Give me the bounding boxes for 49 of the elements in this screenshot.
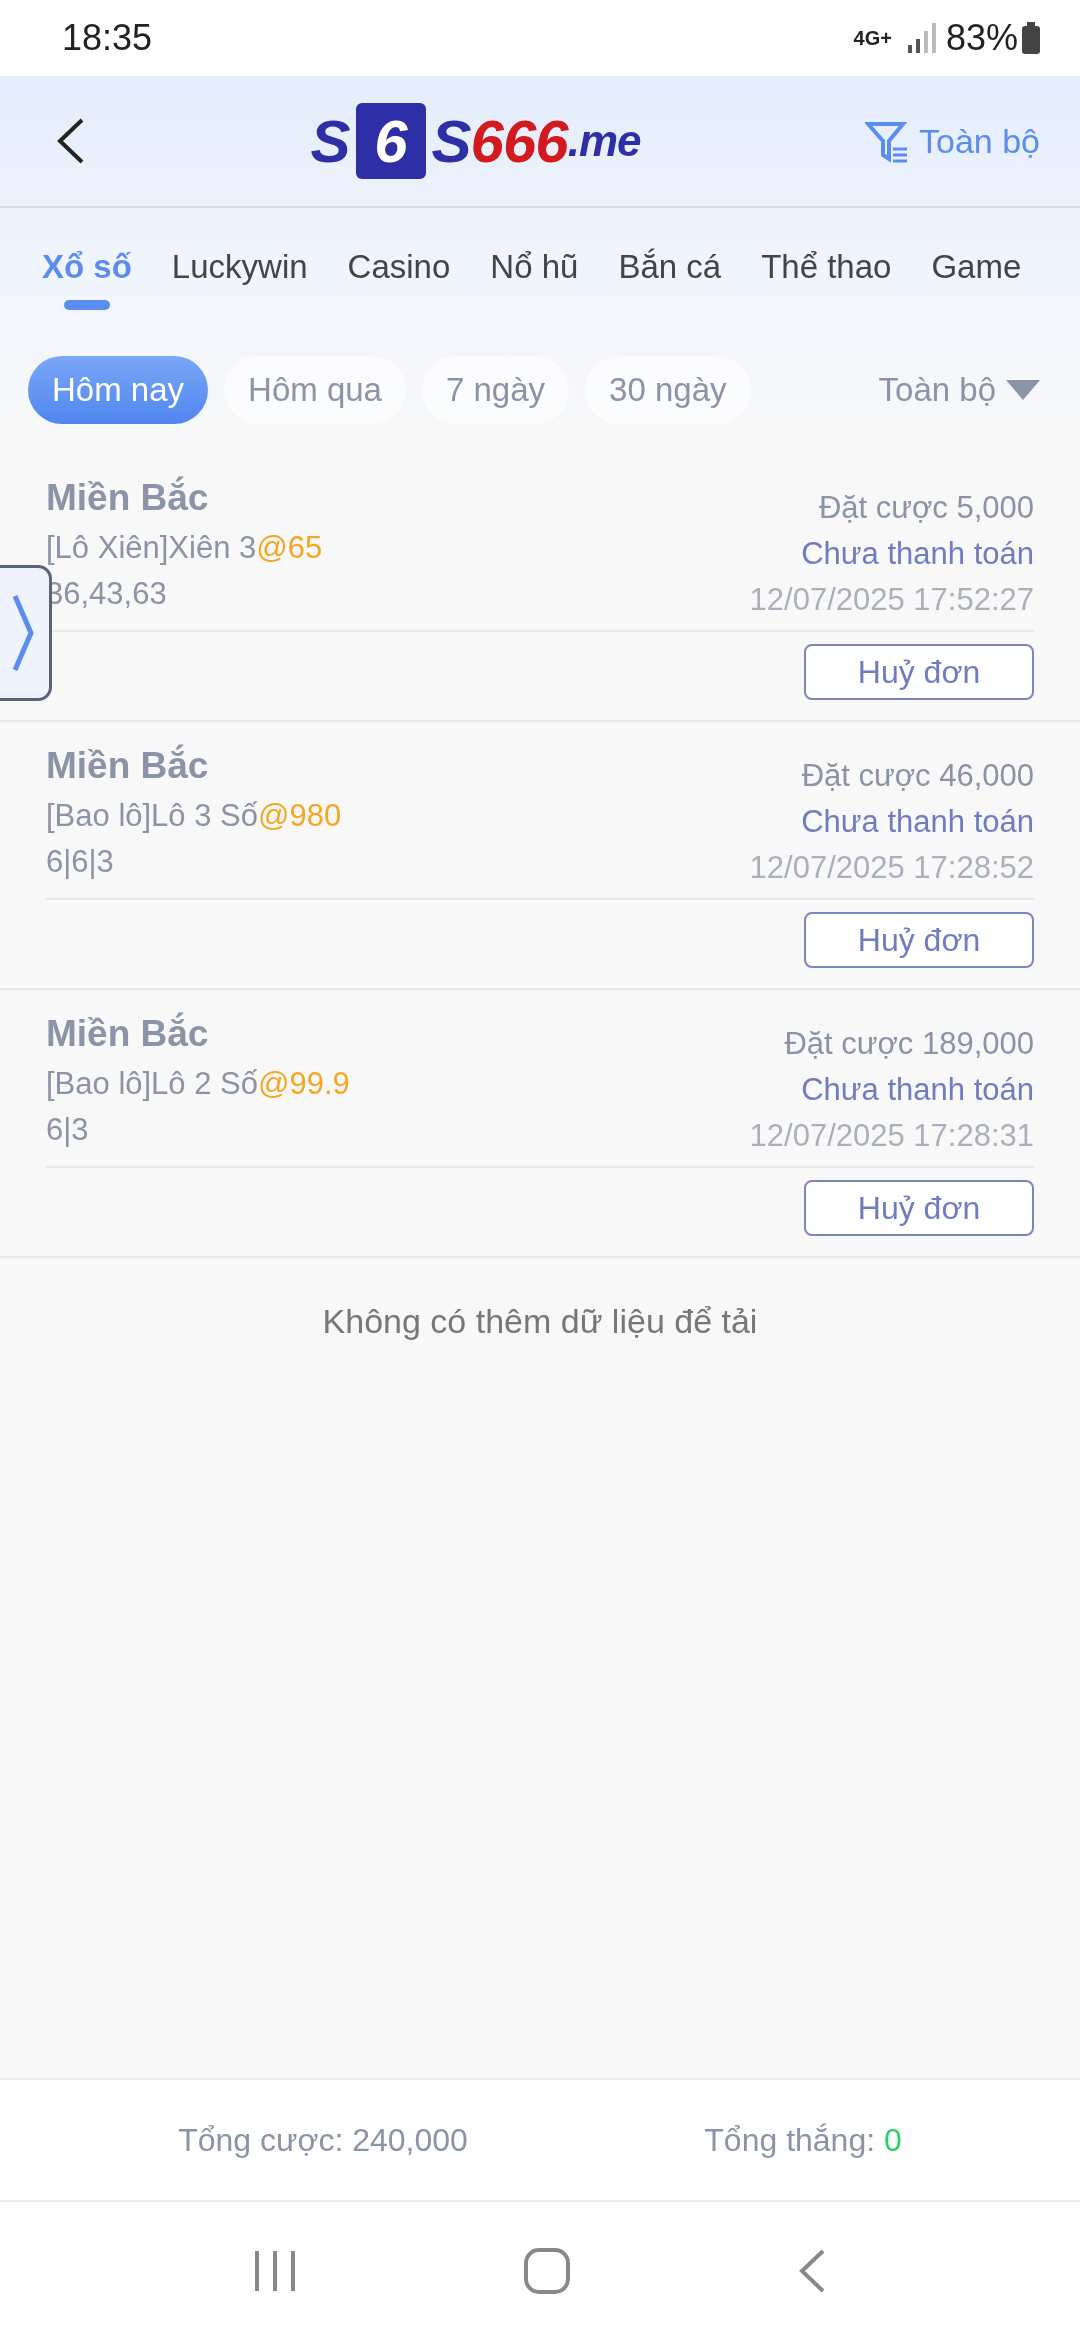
- dropdown-icon: [1006, 378, 1040, 402]
- category-tab[interactable]: Luckywin: [171, 248, 308, 318]
- region-title: Miền Bắc: [46, 475, 210, 520]
- category-tab[interactable]: Nổ hũ: [490, 248, 579, 318]
- total-win: Tổng thắng: 0: [704, 2121, 902, 2159]
- bet-type: [Bao lô]Lô 2 Số@99.9: [46, 1065, 350, 1103]
- clock: 18:35: [62, 17, 153, 59]
- cancel-button[interactable]: Huỷ đơn: [804, 1180, 1034, 1236]
- end-message: Không có thêm dữ liệu để tải: [322, 1302, 758, 1340]
- logo: S 6 S666.me: [86, 103, 865, 179]
- bet-numbers: 6|6|3: [46, 843, 115, 881]
- status-dropdown[interactable]: Toàn bộ: [878, 371, 1040, 409]
- period-chip[interactable]: Hôm nay: [28, 356, 209, 424]
- region-title: Miền Bắc: [46, 743, 210, 788]
- bet-amount: Đặt cược 46,000: [801, 757, 1034, 795]
- period-chip[interactable]: Hôm qua: [224, 356, 406, 424]
- category-tab[interactable]: Bắn cá: [618, 248, 722, 318]
- bet-type: [Bao lô]Lô 3 Số@980: [46, 797, 342, 835]
- category-tab[interactable]: Thể thao: [761, 248, 892, 318]
- bet-numbers: 36,43,63: [46, 575, 168, 613]
- cancel-button[interactable]: Huỷ đơn: [804, 644, 1034, 700]
- bet-status: Chưa thanh toán: [801, 1071, 1034, 1109]
- home-icon[interactable]: [523, 2247, 571, 2295]
- bet-amount: Đặt cược 189,000: [784, 1025, 1034, 1063]
- signal-icon: [905, 23, 936, 53]
- network-type: 4G+: [853, 26, 892, 50]
- category-tab[interactable]: Xổ số: [42, 248, 132, 318]
- bet-time: 12/07/2025 17:28:31: [749, 1117, 1034, 1155]
- total-bet: Tổng cược: 240,000: [178, 2121, 468, 2159]
- recent-apps-icon[interactable]: [253, 2249, 297, 2293]
- bet-time: 12/07/2025 17:52:27: [749, 581, 1034, 619]
- region-title: Miền Bắc: [46, 1011, 210, 1056]
- filter-button[interactable]: Toàn bộ: [865, 119, 1040, 163]
- bet-type: [Lô Xiên]Xiên 3@65: [46, 529, 323, 567]
- category-tab[interactable]: Casino: [347, 248, 451, 318]
- bet-amount: Đặt cược 5,000: [818, 489, 1034, 527]
- bet-numbers: 6|3: [46, 1111, 90, 1149]
- period-chip[interactable]: 30 ngày: [585, 356, 751, 424]
- cancel-button[interactable]: Huỷ đơn: [804, 912, 1034, 968]
- bet-status: Chưa thanh toán: [801, 803, 1034, 841]
- side-panel-handle[interactable]: [0, 565, 52, 701]
- back-icon[interactable]: [56, 116, 86, 166]
- period-chip[interactable]: 7 ngày: [421, 356, 570, 424]
- battery-icon: [1022, 22, 1040, 54]
- filter-icon: [865, 119, 909, 163]
- bet-status: Chưa thanh toán: [801, 535, 1034, 573]
- bet-time: 12/07/2025 17:28:52: [749, 849, 1034, 887]
- battery-level: 83%: [945, 17, 1018, 59]
- category-tab[interactable]: Game: [931, 248, 1022, 318]
